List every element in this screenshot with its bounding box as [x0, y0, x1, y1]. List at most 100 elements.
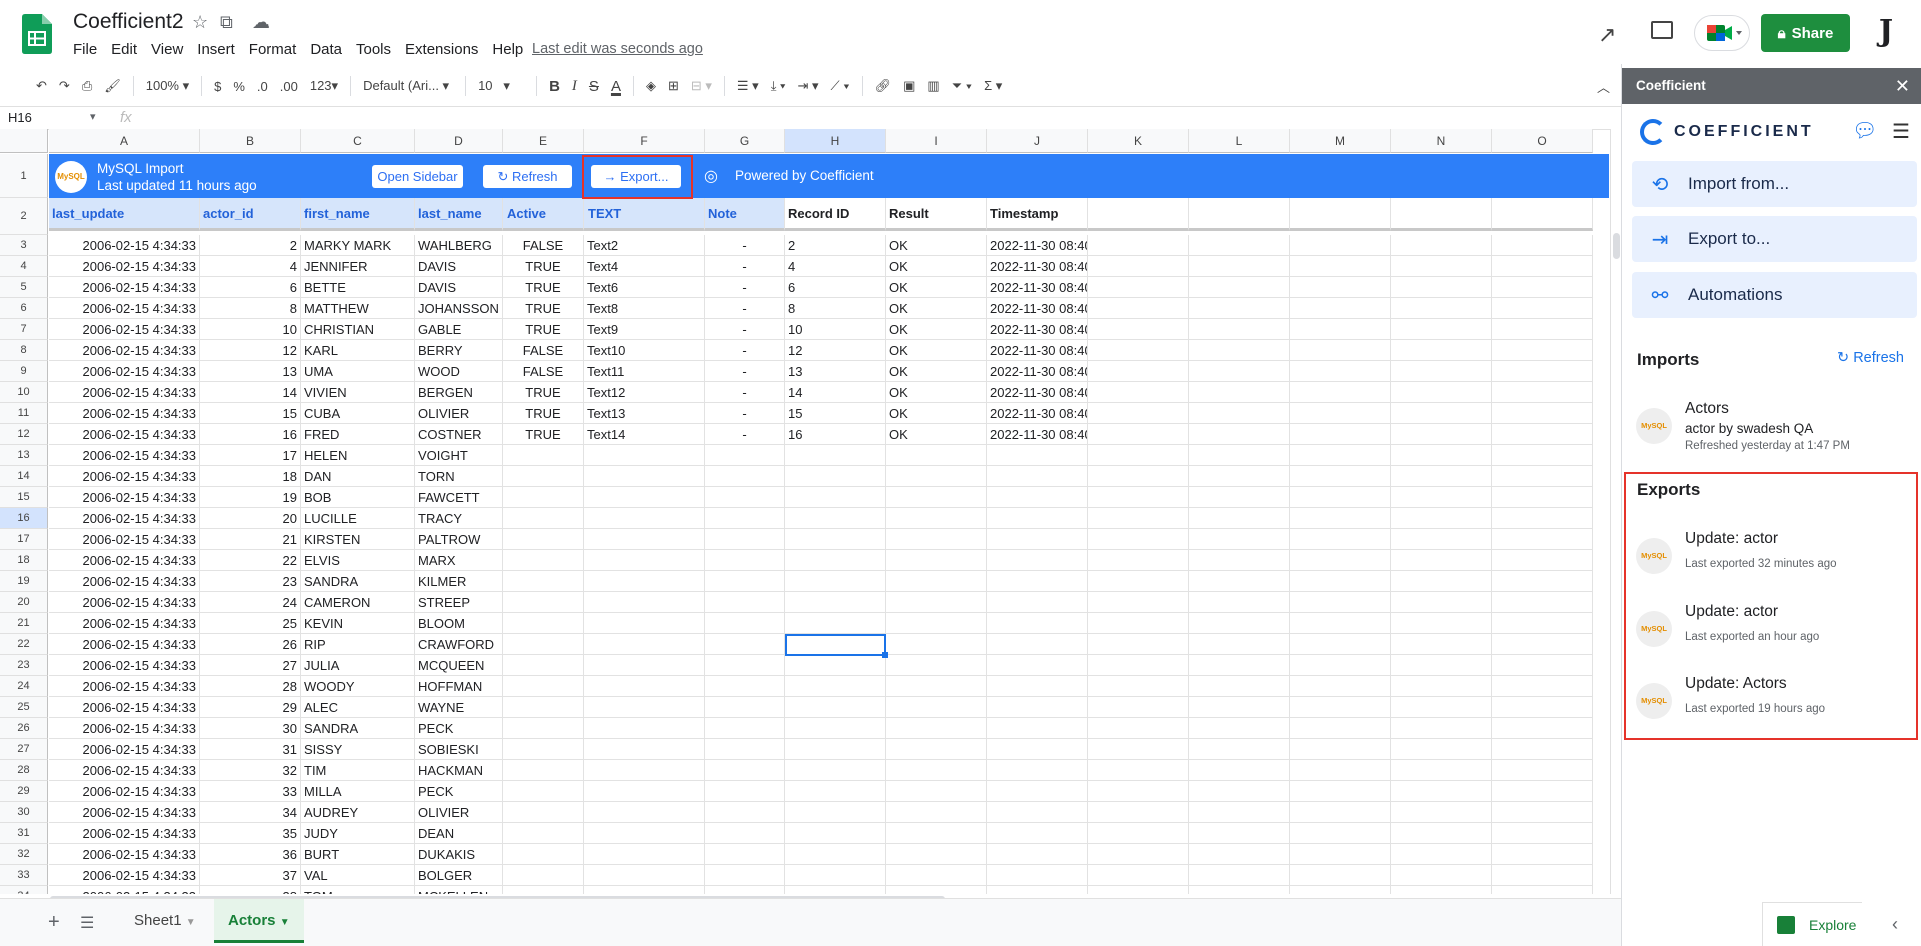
selected-cell-h16[interactable]: [785, 634, 888, 658]
cell[interactable]: 8: [200, 298, 301, 319]
cell[interactable]: CAMERON: [301, 592, 415, 613]
cell[interactable]: [987, 445, 1088, 466]
cell[interactable]: 33: [200, 781, 301, 802]
cell[interactable]: [503, 487, 584, 508]
row-header[interactable]: 11: [0, 403, 48, 424]
row-header[interactable]: 22: [0, 634, 48, 655]
cell[interactable]: 10: [200, 319, 301, 340]
refresh-button[interactable]: ↻ Refresh: [483, 165, 572, 188]
cell[interactable]: HOFFMAN: [415, 676, 503, 697]
cell[interactable]: [1492, 865, 1593, 886]
cell[interactable]: BETTE: [301, 277, 415, 298]
chat-support-icon[interactable]: 💬︎: [1852, 118, 1878, 142]
cell[interactable]: JENNIFER: [301, 256, 415, 277]
cell[interactable]: [1391, 550, 1492, 571]
cell[interactable]: 2006-02-15 4:34:33: [49, 718, 200, 739]
cell[interactable]: [503, 592, 584, 613]
redo-icon[interactable]: ↷: [59, 78, 70, 94]
cell[interactable]: [1088, 277, 1189, 298]
cell[interactable]: [987, 655, 1088, 676]
cell[interactable]: [1088, 256, 1189, 277]
cell[interactable]: [705, 550, 785, 571]
sheets-logo-icon[interactable]: [22, 14, 52, 54]
cell[interactable]: 18: [200, 466, 301, 487]
cell[interactable]: [584, 655, 705, 676]
cell[interactable]: 2006-02-15 4:34:33: [49, 844, 200, 865]
star-icon[interactable]: ☆: [192, 12, 208, 33]
cell[interactable]: [705, 781, 785, 802]
cell[interactable]: [1391, 865, 1492, 886]
cell[interactable]: VIVIEN: [301, 382, 415, 403]
cell[interactable]: [584, 760, 705, 781]
cell[interactable]: 2006-02-15 4:34:33: [49, 739, 200, 760]
cell[interactable]: [987, 739, 1088, 760]
cell[interactable]: [1290, 466, 1391, 487]
cell[interactable]: 37: [200, 865, 301, 886]
cell[interactable]: [1290, 844, 1391, 865]
increase-decimal-button[interactable]: .00: [280, 79, 298, 94]
cell[interactable]: [1290, 697, 1391, 718]
cell[interactable]: 2022-11-30 08:40: [987, 235, 1088, 256]
column-header[interactable]: N: [1391, 129, 1492, 153]
borders-icon[interactable]: ⊞: [668, 78, 679, 94]
cell[interactable]: [705, 739, 785, 760]
export-item[interactable]: MySQL Update: actor Last exported 32 min…: [1632, 524, 1912, 586]
cell[interactable]: 30: [200, 718, 301, 739]
cell[interactable]: [503, 739, 584, 760]
cell[interactable]: Text6: [584, 277, 705, 298]
cell[interactable]: Text2: [584, 235, 705, 256]
cell[interactable]: [1189, 508, 1290, 529]
cell[interactable]: [987, 487, 1088, 508]
cell[interactable]: 35: [200, 823, 301, 844]
row-header[interactable]: 12: [0, 424, 48, 445]
cell[interactable]: 6: [785, 277, 886, 298]
cell[interactable]: -: [705, 382, 785, 403]
cell[interactable]: [1189, 277, 1290, 298]
header-cell[interactable]: actor_id: [200, 198, 301, 231]
cell[interactable]: [1492, 634, 1593, 655]
header-cell[interactable]: first_name: [301, 198, 415, 231]
cell[interactable]: FALSE: [503, 235, 584, 256]
cell[interactable]: [584, 739, 705, 760]
cell[interactable]: [1492, 256, 1593, 277]
import-item[interactable]: MySQL Actors actor by swadesh QA Refresh…: [1632, 394, 1912, 456]
row-header[interactable]: 32: [0, 844, 48, 865]
cell[interactable]: [886, 466, 987, 487]
cell[interactable]: [1290, 676, 1391, 697]
cell[interactable]: OK: [886, 319, 987, 340]
cell[interactable]: [785, 550, 886, 571]
print-icon[interactable]: ⎙: [82, 78, 92, 94]
cell[interactable]: [705, 571, 785, 592]
cell[interactable]: [1088, 382, 1189, 403]
cell[interactable]: [1189, 802, 1290, 823]
tab-actors[interactable]: Actors ▼: [214, 899, 304, 943]
cell[interactable]: 10: [785, 319, 886, 340]
cell[interactable]: Text11: [584, 361, 705, 382]
cell[interactable]: [1492, 760, 1593, 781]
cell[interactable]: [1391, 445, 1492, 466]
cell[interactable]: [1391, 886, 1492, 894]
cell[interactable]: [705, 592, 785, 613]
cell[interactable]: [584, 529, 705, 550]
cell[interactable]: OK: [886, 235, 987, 256]
cell[interactable]: 2022-11-30 08:40: [987, 382, 1088, 403]
cell[interactable]: [584, 676, 705, 697]
column-header[interactable]: C: [301, 129, 415, 153]
cell[interactable]: Text13: [584, 403, 705, 424]
cell[interactable]: [1088, 697, 1189, 718]
cell[interactable]: [1290, 403, 1391, 424]
cell[interactable]: [1189, 592, 1290, 613]
cell[interactable]: [1189, 676, 1290, 697]
cell[interactable]: [1088, 865, 1189, 886]
row-header[interactable]: 1: [0, 154, 48, 198]
cell[interactable]: [1189, 361, 1290, 382]
cell[interactable]: [584, 508, 705, 529]
column-header[interactable]: G: [705, 129, 785, 153]
cell[interactable]: [1492, 298, 1593, 319]
cell[interactable]: [886, 550, 987, 571]
cell[interactable]: [1088, 634, 1189, 655]
cell[interactable]: [705, 718, 785, 739]
cell[interactable]: CHRISTIAN: [301, 319, 415, 340]
cell[interactable]: TRUE: [503, 277, 584, 298]
cell[interactable]: [1492, 718, 1593, 739]
